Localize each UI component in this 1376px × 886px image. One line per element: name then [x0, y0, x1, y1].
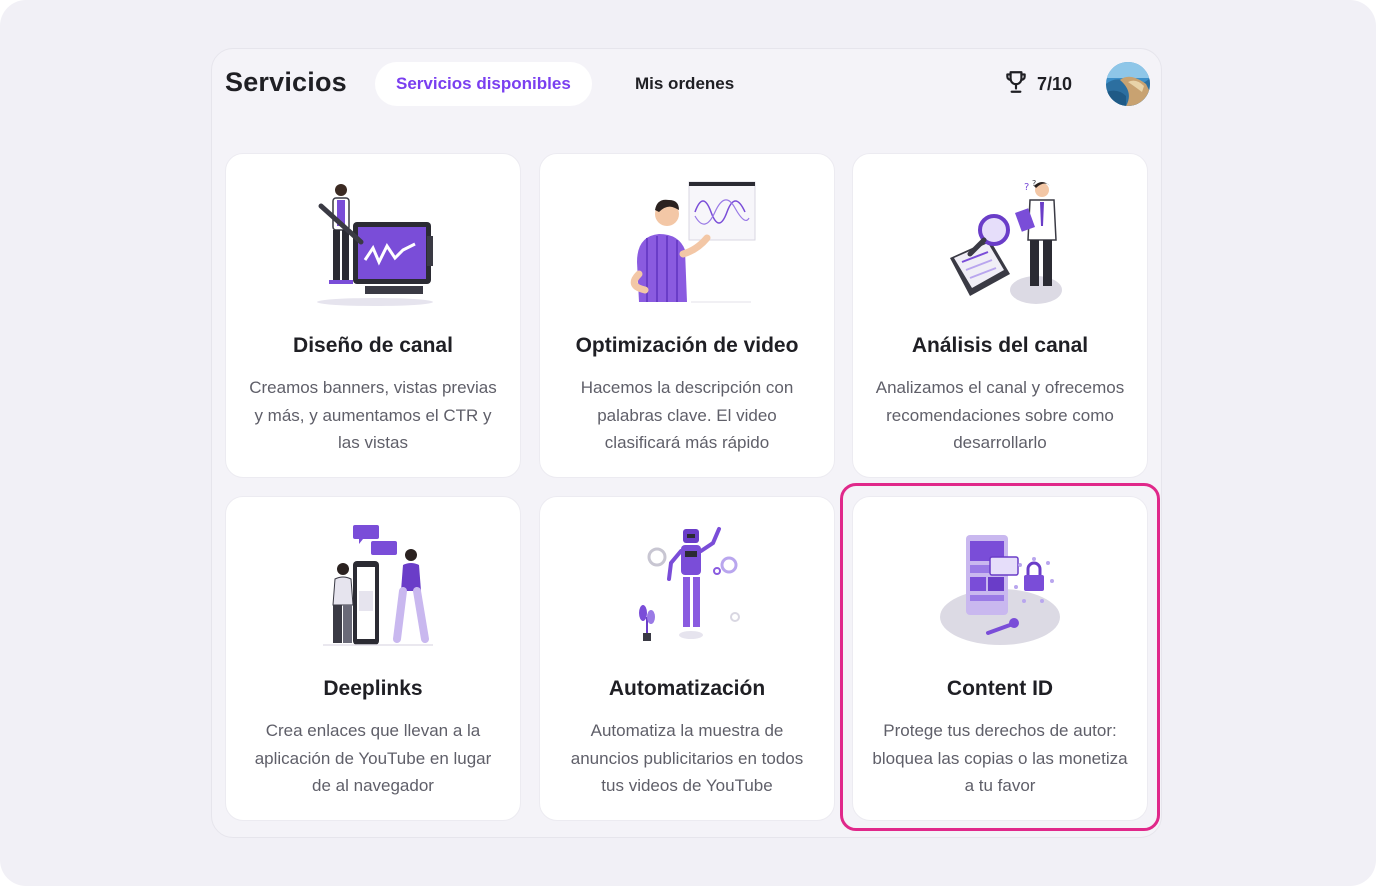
card-description: Crea enlaces que llevan a la aplicación … [254, 721, 492, 795]
card-description: Analizamos el canal y ofrecemos recomend… [875, 378, 1125, 452]
design-illustration [303, 178, 443, 308]
card-description: Automatiza la muestra de anuncios public… [570, 721, 804, 795]
service-card-optimizacion-de-video[interactable]: Optimización de video Hacemos la descrip… [539, 153, 835, 478]
service-card-diseno-de-canal[interactable]: Diseño de canal Creamos banners, vistas … [225, 153, 521, 478]
service-card-automatizacion[interactable]: Automatización Automatiza la muestra de … [539, 496, 835, 821]
analysis-illustration: ? ? [930, 178, 1070, 308]
trophy-icon [1003, 69, 1029, 100]
score-indicator: 7/10 [1003, 69, 1072, 99]
tab-mis-ordenes[interactable]: Mis ordenes [614, 62, 755, 106]
services-panel: Servicios Servicios disponibles Mis orde… [211, 48, 1162, 838]
service-card-analisis-del-canal[interactable]: ? ? Análisis del canal Analizamos el can… [852, 153, 1148, 478]
card-title: Diseño de canal [293, 334, 453, 357]
card-title: Optimización de video [575, 334, 799, 357]
optimization-illustration [617, 178, 757, 308]
card-title: Deeplinks [323, 677, 423, 700]
app-background: Servicios Servicios disponibles Mis orde… [0, 0, 1376, 886]
score-value: 7/10 [1037, 73, 1073, 94]
page-title: Servicios [225, 67, 347, 97]
service-card-content-id[interactable]: Content ID Protege tus derechos de autor… [852, 496, 1148, 821]
card-description: Hacemos la descripción con palabras clav… [580, 378, 794, 452]
header: Servicios Servicios disponibles Mis orde… [212, 49, 1161, 119]
svg-text:?: ? [1024, 182, 1029, 193]
deeplinks-illustration [303, 521, 443, 651]
service-card-deeplinks[interactable]: Deeplinks Crea enlaces que llevan a la a… [225, 496, 521, 821]
card-title: Automatización [608, 677, 766, 700]
svg-text:?: ? [1032, 179, 1036, 188]
card-title: Análisis del canal [911, 334, 1089, 357]
avatar[interactable] [1106, 62, 1150, 106]
card-description: Protege tus derechos de autor: bloquea l… [872, 721, 1128, 795]
tab-servicios-disponibles[interactable]: Servicios disponibles [375, 62, 592, 106]
card-title: Content ID [946, 677, 1054, 700]
automation-illustration [617, 521, 757, 651]
card-description: Creamos banners, vistas previas y más, y… [249, 378, 497, 452]
content-id-illustration [930, 521, 1070, 651]
